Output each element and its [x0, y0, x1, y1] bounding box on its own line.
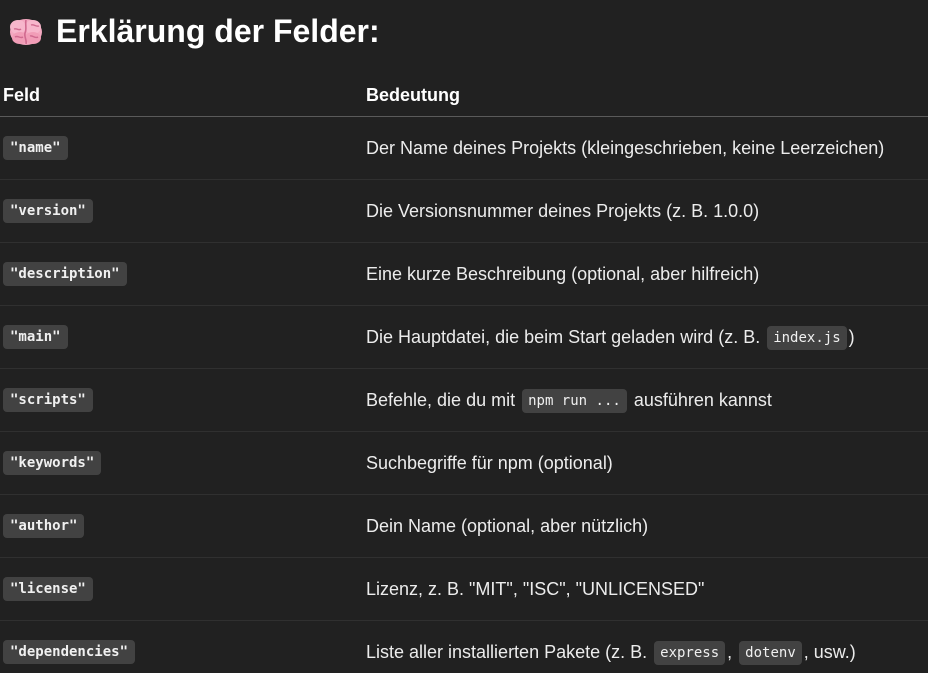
table-header: Feld Bedeutung: [0, 76, 928, 117]
description-text: Liste aller installierten Pakete (z. B.: [366, 642, 653, 662]
description-text: Suchbegriffe für npm (optional): [366, 453, 613, 473]
inline-code: npm run ...: [522, 389, 627, 413]
brain-icon: [8, 13, 44, 49]
table-row: "version" Die Versionsnummer deines Proje…: [0, 180, 928, 243]
description-text: Eine kurze Beschreibung (optional, aber …: [366, 264, 760, 284]
fields-table: Feld Bedeutung "name" Der Name deines Pro…: [0, 76, 928, 673]
description-cell: Dein Name (optional, aber nützlich): [366, 515, 648, 537]
description-text: Die Versionsnummer deines Projekts (z. B…: [366, 201, 760, 221]
description-text: Lizenz, z. B. "MIT", "ISC", "UNLICENSED": [366, 579, 705, 599]
description-cell: Der Name deines Projekts (kleingeschrieb…: [366, 137, 884, 159]
field-cell: "keywords": [3, 451, 102, 475]
description-text: ausführen kannst: [628, 390, 772, 410]
table-row: "keywords" Suchbegriffe für npm (optional…: [0, 432, 928, 495]
field-cell: "license": [3, 577, 93, 601]
field-name-code: "main": [3, 325, 68, 349]
field-name-code: "license": [3, 577, 93, 601]
field-name-code: "dependencies": [3, 640, 136, 664]
table-body: "name" Der Name deines Projekts (kleinges…: [0, 117, 928, 673]
page-title: Erklärung der Felder:: [56, 12, 380, 49]
inline-code: dotenv: [739, 641, 802, 665]
description-text: ,: [727, 642, 738, 662]
description-cell: Die Versionsnummer deines Projekts (z. B…: [366, 200, 759, 222]
description-text: ): [848, 327, 855, 347]
description-cell: Lizenz, z. B. "MIT", "ISC", "UNLICENSED": [366, 578, 704, 600]
table-row: "author" Dein Name (optional, aber nützli…: [0, 495, 928, 558]
description-text: , usw.): [803, 642, 856, 662]
field-name-code: "author": [3, 514, 85, 538]
description-cell: Die Hauptdatei, die beim Start geladen w…: [366, 326, 855, 350]
field-name-code: "description": [3, 262, 127, 286]
field-name-code: "scripts": [3, 388, 93, 412]
description-text: Befehle, die du mit: [366, 390, 521, 410]
field-cell: "description": [3, 262, 127, 286]
description-cell: Eine kurze Beschreibung (optional, aber …: [366, 263, 759, 285]
inline-code: index.js: [767, 326, 847, 350]
section-heading: Erklärung der Felder:: [8, 10, 380, 52]
field-name-code: "keywords": [3, 451, 102, 475]
field-cell: "scripts": [3, 388, 93, 412]
description-cell: Liste aller installierten Pakete (z. B. …: [366, 641, 856, 665]
column-header-field: Feld: [3, 85, 41, 105]
field-cell: "dependencies": [3, 640, 136, 664]
description-text: Dein Name (optional, aber nützlich): [366, 516, 649, 536]
field-name-code: "version": [3, 199, 93, 223]
description-text: Die Hauptdatei, die beim Start geladen w…: [366, 327, 766, 347]
column-header-meaning: Bedeutung: [366, 85, 460, 105]
table-row: "name" Der Name deines Projekts (kleinges…: [0, 117, 928, 180]
field-cell: "main": [3, 325, 68, 349]
description-cell: Befehle, die du mit npm run ... ausführe…: [366, 389, 772, 413]
field-name-code: "name": [3, 136, 68, 160]
description-cell: Suchbegriffe für npm (optional): [366, 452, 613, 474]
table-row: "scripts" Befehle, die du mit npm run ...…: [0, 369, 928, 432]
table-row: "main" Die Hauptdatei, die beim Start gel…: [0, 306, 928, 369]
table-row: "description" Eine kurze Beschreibung (op…: [0, 243, 928, 306]
inline-code: express: [654, 641, 726, 665]
field-cell: "name": [3, 136, 68, 160]
table-row: "dependencies" Liste aller installierten …: [0, 621, 928, 673]
field-cell: "version": [3, 199, 93, 223]
description-text: Der Name deines Projekts (kleingeschrieb…: [366, 138, 885, 158]
field-cell: "author": [3, 514, 85, 538]
table-row: "license" Lizenz, z. B. "MIT", "ISC", "UN…: [0, 558, 928, 621]
